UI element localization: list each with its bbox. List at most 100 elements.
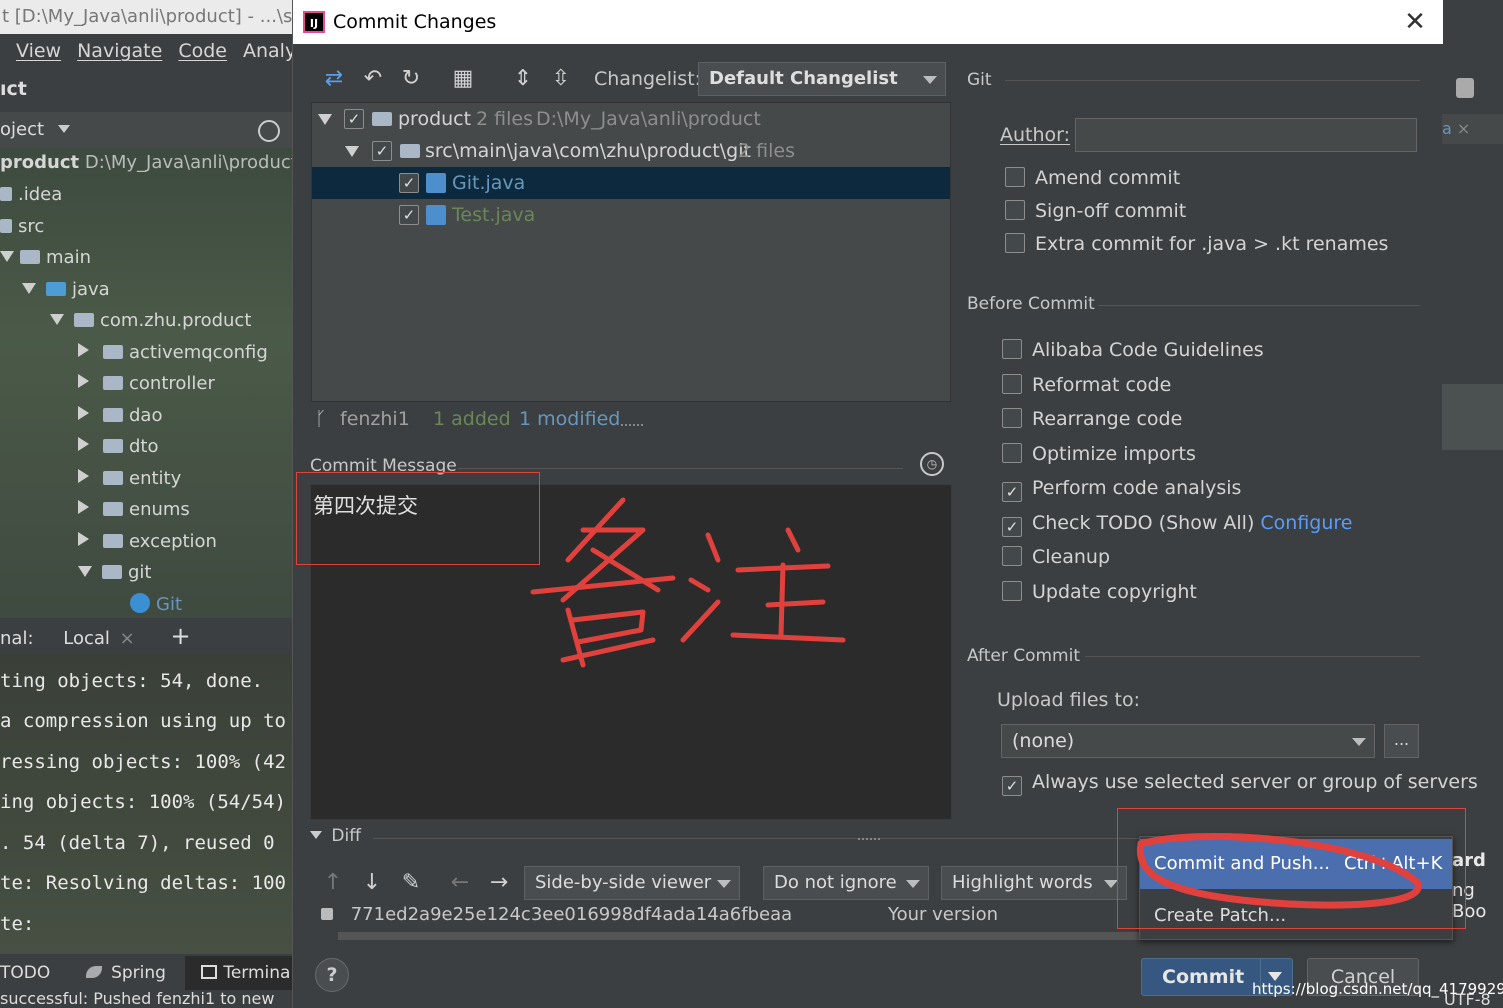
before-commit-option[interactable]: Update copyright bbox=[1002, 577, 1197, 607]
chevron-down-icon bbox=[1104, 880, 1118, 888]
refresh-icon[interactable]: ↻ bbox=[398, 66, 424, 92]
show-diff-icon[interactable]: ⇄ bbox=[321, 66, 347, 92]
tab-spring[interactable]: Spring bbox=[111, 963, 166, 983]
checkbox[interactable] bbox=[1005, 200, 1025, 220]
menu-view[interactable]: View bbox=[16, 40, 61, 62]
tree-item-dto[interactable]: dto bbox=[78, 432, 159, 462]
menu-navigate[interactable]: Navigate bbox=[77, 40, 162, 62]
chevron-right-icon[interactable] bbox=[78, 406, 89, 420]
menu-code[interactable]: Code bbox=[178, 40, 227, 62]
checkbox-git-java[interactable]: ✓ bbox=[399, 173, 419, 193]
viewer-dropdown[interactable]: Side-by-side viewer bbox=[524, 866, 740, 900]
chevron-down-icon[interactable] bbox=[0, 251, 14, 262]
expand-all-icon[interactable]: ⇕ bbox=[510, 66, 536, 92]
checkbox[interactable] bbox=[1002, 581, 1022, 601]
amend-commit-option[interactable]: Amend commit bbox=[1005, 163, 1180, 193]
terminal-output[interactable]: ting objects: 54, done. a compression us… bbox=[0, 654, 292, 954]
splitter-handle[interactable] bbox=[858, 838, 880, 842]
sign-off-option[interactable]: Sign-off commit bbox=[1005, 196, 1186, 226]
tab-todo[interactable]: TODO bbox=[0, 963, 50, 983]
checkbox[interactable]: ✓ bbox=[1002, 517, 1022, 537]
divider bbox=[1098, 305, 1420, 306]
terminal-tab-local[interactable]: Local bbox=[63, 628, 110, 649]
project-view-dropdown[interactable]: oject bbox=[0, 119, 44, 140]
before-commit-option[interactable]: ✓ Check TODO (Show All) Configure bbox=[1002, 508, 1353, 538]
folder-icon bbox=[0, 187, 12, 201]
checkbox-product[interactable]: ✓ bbox=[344, 109, 364, 129]
author-input[interactable] bbox=[1075, 118, 1417, 152]
checkbox[interactable] bbox=[1002, 443, 1022, 463]
checkbox-folder[interactable]: ✓ bbox=[372, 141, 392, 161]
splitter-handle[interactable] bbox=[621, 424, 643, 428]
tree-item-src[interactable]: src bbox=[0, 212, 44, 242]
tree-item-entity[interactable]: entity bbox=[78, 464, 181, 494]
arrow-down-icon[interactable]: ↓ bbox=[359, 870, 385, 896]
checkbox[interactable]: ✓ bbox=[1002, 482, 1022, 502]
tree-row-folder[interactable]: ✓ src\main\java\com\zhu\product\git 2 fi… bbox=[312, 135, 950, 167]
edit-icon[interactable]: ✎ bbox=[398, 870, 424, 896]
chevron-down-icon[interactable] bbox=[22, 283, 36, 294]
target-icon[interactable] bbox=[258, 120, 280, 142]
tree-item-exception[interactable]: exception bbox=[78, 527, 217, 557]
upload-server-dropdown[interactable]: (none) bbox=[1001, 724, 1375, 758]
collapse-all-icon[interactable]: ⇳ bbox=[548, 66, 574, 92]
checkbox[interactable] bbox=[1002, 339, 1022, 359]
tab-terminal-wrap[interactable]: Terminal bbox=[185, 956, 304, 990]
checkbox[interactable] bbox=[1002, 408, 1022, 428]
before-commit-option[interactable]: Optimize imports bbox=[1002, 439, 1196, 469]
rollback-icon[interactable]: ↶ bbox=[360, 66, 386, 92]
highlight-dropdown[interactable]: Highlight words bbox=[941, 866, 1127, 900]
tree-row-git-java[interactable]: ✓ Git.java bbox=[312, 167, 950, 199]
tree-item-main[interactable]: main bbox=[0, 243, 91, 273]
tree-item-enums[interactable]: enums bbox=[78, 495, 190, 525]
browse-servers-button[interactable]: ... bbox=[1384, 724, 1419, 758]
arrow-up-icon[interactable]: ↑ bbox=[320, 870, 346, 896]
tree-item-idea[interactable]: .idea bbox=[0, 180, 62, 210]
chevron-right-icon[interactable] bbox=[78, 437, 89, 451]
always-use-server-option[interactable]: ✓ Always use selected server or group of … bbox=[1002, 767, 1478, 797]
before-commit-option[interactable]: Alibaba Code Guidelines bbox=[1002, 335, 1264, 365]
ignore-dropdown[interactable]: Do not ignore bbox=[763, 866, 929, 900]
tree-item-activemqconfig[interactable]: activemqconfig bbox=[78, 338, 268, 368]
close-icon[interactable]: × bbox=[120, 628, 135, 649]
checkbox[interactable] bbox=[1002, 546, 1022, 566]
chevron-right-icon[interactable] bbox=[78, 343, 89, 357]
chevron-down-icon[interactable] bbox=[50, 314, 64, 325]
before-commit-option[interactable]: Reformat code bbox=[1002, 370, 1171, 400]
checkbox[interactable]: ✓ bbox=[1002, 776, 1022, 796]
checkbox[interactable] bbox=[1005, 167, 1025, 187]
before-commit-option[interactable]: Cleanup bbox=[1002, 542, 1110, 572]
arrow-left-icon[interactable]: ← bbox=[447, 870, 473, 896]
group-by-icon[interactable]: ▦ bbox=[450, 66, 476, 92]
changelist-dropdown[interactable]: Default Changelist bbox=[698, 62, 946, 96]
help-button[interactable]: ? bbox=[315, 958, 349, 992]
close-button[interactable]: ✕ bbox=[1401, 8, 1429, 36]
chevron-right-icon[interactable] bbox=[78, 469, 89, 483]
tree-item-com-zhu-product[interactable]: com.zhu.product bbox=[50, 306, 251, 336]
chevron-down-icon[interactable] bbox=[78, 566, 92, 577]
chevron-right-icon[interactable] bbox=[78, 374, 89, 388]
add-icon[interactable]: + bbox=[170, 622, 190, 650]
checkbox-test-java[interactable]: ✓ bbox=[399, 205, 419, 225]
tree-row-product[interactable]: ✓ product 2 files D:\My_Java\anli\produc… bbox=[312, 103, 950, 135]
before-commit-option[interactable]: Rearrange code bbox=[1002, 404, 1182, 434]
history-icon[interactable]: ◷ bbox=[920, 452, 944, 476]
tree-item-dao[interactable]: dao bbox=[78, 401, 162, 431]
chevron-down-icon[interactable] bbox=[345, 146, 359, 157]
checkbox[interactable] bbox=[1005, 233, 1025, 253]
before-commit-option[interactable]: ✓ Perform code analysis bbox=[1002, 473, 1241, 503]
tree-item-git-class[interactable]: Git bbox=[130, 590, 182, 620]
tree-item-git[interactable]: git bbox=[78, 558, 151, 588]
checkbox[interactable] bbox=[1002, 374, 1022, 394]
tree-item-java[interactable]: java bbox=[22, 275, 110, 305]
chevron-right-icon[interactable] bbox=[78, 500, 89, 514]
chevron-right-icon[interactable] bbox=[78, 532, 89, 546]
arrow-right-icon[interactable]: → bbox=[486, 870, 512, 896]
extra-commit-option[interactable]: Extra commit for .java > .kt renames bbox=[1005, 229, 1388, 259]
chevron-down-icon[interactable] bbox=[318, 114, 332, 125]
tree-item-controller[interactable]: controller bbox=[78, 369, 215, 399]
configure-link[interactable]: Configure bbox=[1260, 512, 1352, 534]
tree-row-test-java[interactable]: ✓ Test.java bbox=[312, 199, 950, 231]
debug-icon[interactable] bbox=[1456, 78, 1474, 98]
tree-item-product[interactable]: product D:\My_Java\anli\product bbox=[0, 148, 298, 178]
